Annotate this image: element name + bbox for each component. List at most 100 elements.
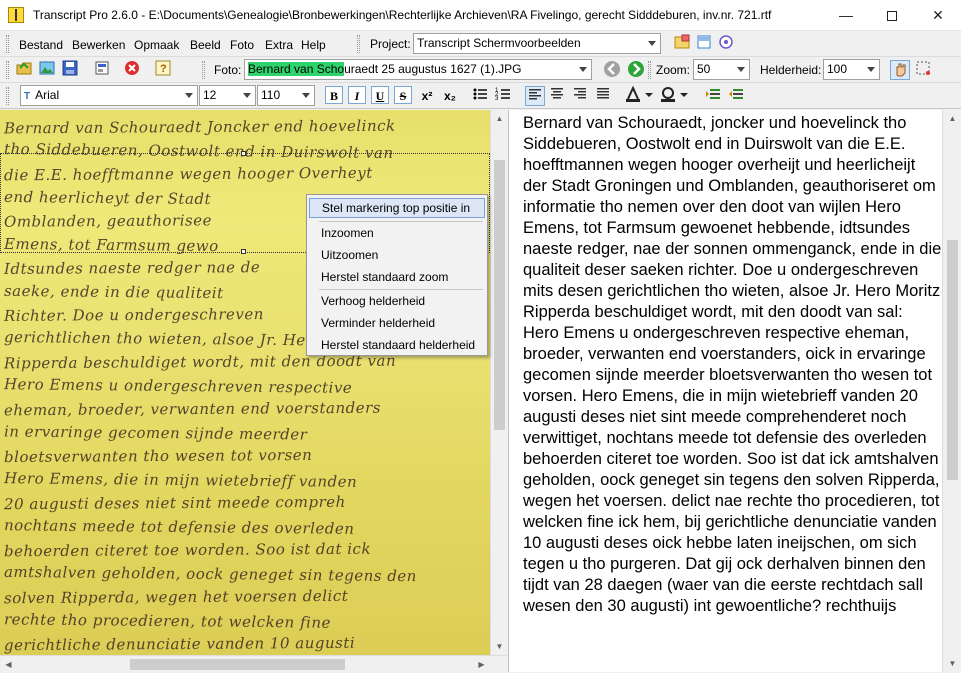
menu-item-zoom-out[interactable]: Uitzoomen [309,245,485,265]
scroll-thumb[interactable] [494,160,505,430]
font-size-select[interactable]: 12 [199,85,256,106]
toolbar-grip[interactable] [357,35,360,53]
selection-tool-icon[interactable] [913,60,933,80]
manuscript-line: amtshalven geholden, oock geneget sin te… [3,562,417,585]
text-color-icon[interactable] [624,85,644,106]
marker-handle-bottom[interactable] [241,249,246,254]
toolbar-grip[interactable] [648,61,651,79]
bold-button[interactable]: B [325,86,343,104]
marker-handle-top[interactable] [241,151,246,156]
scroll-up-icon[interactable]: ▲ [944,110,961,127]
chevron-down-icon [863,60,879,79]
properties-icon[interactable] [92,60,112,80]
minimize-button[interactable]: — [823,0,869,31]
manuscript-line: in ervaringe gecomen sijnde meerder [3,421,308,444]
menu-item-increase-brightness[interactable]: Verhoog helderheid [309,291,485,311]
scroll-down-icon[interactable]: ▼ [944,655,961,672]
manuscript-line: nochtans meede tot defensie des overlede… [3,515,355,538]
numbered-list-icon[interactable]: 123 [493,86,513,106]
bullet-list-icon[interactable] [470,86,490,106]
image-vertical-scrollbar[interactable]: ▲ ▼ [490,110,507,655]
menu-extra[interactable]: Extra [265,38,293,52]
chevron-down-icon [181,86,197,105]
superscript-button[interactable]: x² [417,86,437,106]
strikethrough-button[interactable]: S [394,86,412,104]
highlight-dropdown-icon[interactable] [679,86,689,106]
menu-item-set-marker-top[interactable]: Stel markering top positie in [309,198,485,218]
align-center-icon[interactable] [547,86,567,106]
font-family-select[interactable]: T Arial [20,85,198,106]
zoom-value: 50 [697,62,711,76]
transcript-text[interactable]: Bernard van Schouraedt, joncker und hoev… [523,113,942,617]
manuscript-line: 20 augusti deses niet sint meede compreh [3,492,346,514]
toolbar-grip[interactable] [6,87,9,105]
help-icon[interactable]: ? [153,60,173,80]
previous-photo-icon[interactable] [602,60,622,80]
menu-beeld[interactable]: Beeld [190,38,221,52]
manuscript-image[interactable]: Bernard van Schouraedt Joncker end hoeve… [0,110,490,655]
align-right-icon[interactable] [570,86,590,106]
project-label: Project: [370,37,411,51]
menu-bewerken[interactable]: Bewerken [72,38,125,52]
target-icon[interactable] [716,34,736,54]
menu-bestand[interactable]: Bestand [19,38,63,52]
menu-opmaak[interactable]: Opmaak [134,38,179,52]
photo-value-highlight: Bernard van Scho [248,62,345,76]
scroll-down-icon[interactable]: ▼ [491,638,508,655]
scroll-left-icon[interactable]: ◀ [0,656,17,673]
scroll-up-icon[interactable]: ▲ [491,110,508,127]
menu-item-zoom-in[interactable]: Inzoomen [309,223,485,243]
manuscript-line: Idtsundes naeste redger nae de [3,258,261,278]
menu-item-reset-zoom[interactable]: Herstel standaard zoom [309,267,485,287]
justify-icon[interactable] [593,86,613,106]
close-button[interactable]: ✕ [915,0,961,31]
zoom-select[interactable]: 50 [693,59,750,80]
manuscript-line: bloetsverwanten tho wesen tot vorsen [3,445,313,467]
scroll-thumb[interactable] [947,240,958,480]
indent-icon[interactable] [703,86,723,106]
highlight-color-icon[interactable] [659,86,679,106]
menu-item-decrease-brightness[interactable]: Verminder helderheid [309,313,485,333]
toolbar-grip[interactable] [202,61,205,79]
toolbar-grip[interactable] [6,61,9,79]
photo-select[interactable]: Bernard van Schouraedt 25 augustus 1627 … [244,59,592,80]
save-icon[interactable] [60,60,80,80]
italic-button[interactable]: I [348,86,366,104]
underline-button[interactable]: U [371,86,389,104]
open-project-icon[interactable] [672,34,692,54]
text-vertical-scrollbar[interactable]: ▲ ▼ [942,110,961,672]
window-title: Transcript Pro 2.6.0 - E:\Documents\Gene… [33,8,772,22]
menu-item-reset-brightness[interactable]: Herstel standaard helderheid [309,335,485,355]
cancel-icon[interactable] [122,60,142,80]
manuscript-line: saeke, ende in die qualiteit [3,281,224,302]
manuscript-line: gerichtliche denunciatie vanden 10 augus… [3,633,356,655]
transcript-editor[interactable]: Bernard van Schouraedt, joncker und hoev… [508,110,942,672]
scroll-right-icon[interactable]: ▶ [473,656,490,673]
align-left-icon[interactable] [525,86,545,106]
chevron-down-icon [644,34,660,53]
menu-help[interactable]: Help [301,38,326,52]
outdent-icon[interactable] [726,86,746,106]
open-folder-icon[interactable] [14,60,34,80]
image-icon[interactable] [37,60,57,80]
chevron-down-icon [575,60,591,79]
scroll-thumb[interactable] [130,659,345,670]
image-horizontal-scrollbar[interactable]: ◀ ▶ [0,655,507,672]
text-zoom-value: 110 [261,88,281,102]
next-photo-icon[interactable] [626,60,646,80]
hand-tool-icon[interactable] [890,60,910,80]
project-select[interactable]: Transcript Schermvoorbeelden [413,33,661,54]
maximize-button[interactable] [869,0,915,31]
maximize-icon [887,11,897,22]
text-zoom-select[interactable]: 110 [257,85,315,106]
title-bar: Transcript Pro 2.6.0 - E:\Documents\Gene… [0,0,961,31]
brightness-select[interactable]: 100 [823,59,880,80]
menu-foto[interactable]: Foto [230,38,254,52]
project-value: Transcript Schermvoorbeelden [417,36,581,50]
menu-separator [319,221,483,222]
text-color-dropdown-icon[interactable] [644,86,654,106]
toolbar-grip[interactable] [6,35,9,53]
svg-text:3: 3 [495,96,499,102]
layout-icon[interactable] [694,34,714,54]
subscript-button[interactable]: x₂ [440,86,460,106]
